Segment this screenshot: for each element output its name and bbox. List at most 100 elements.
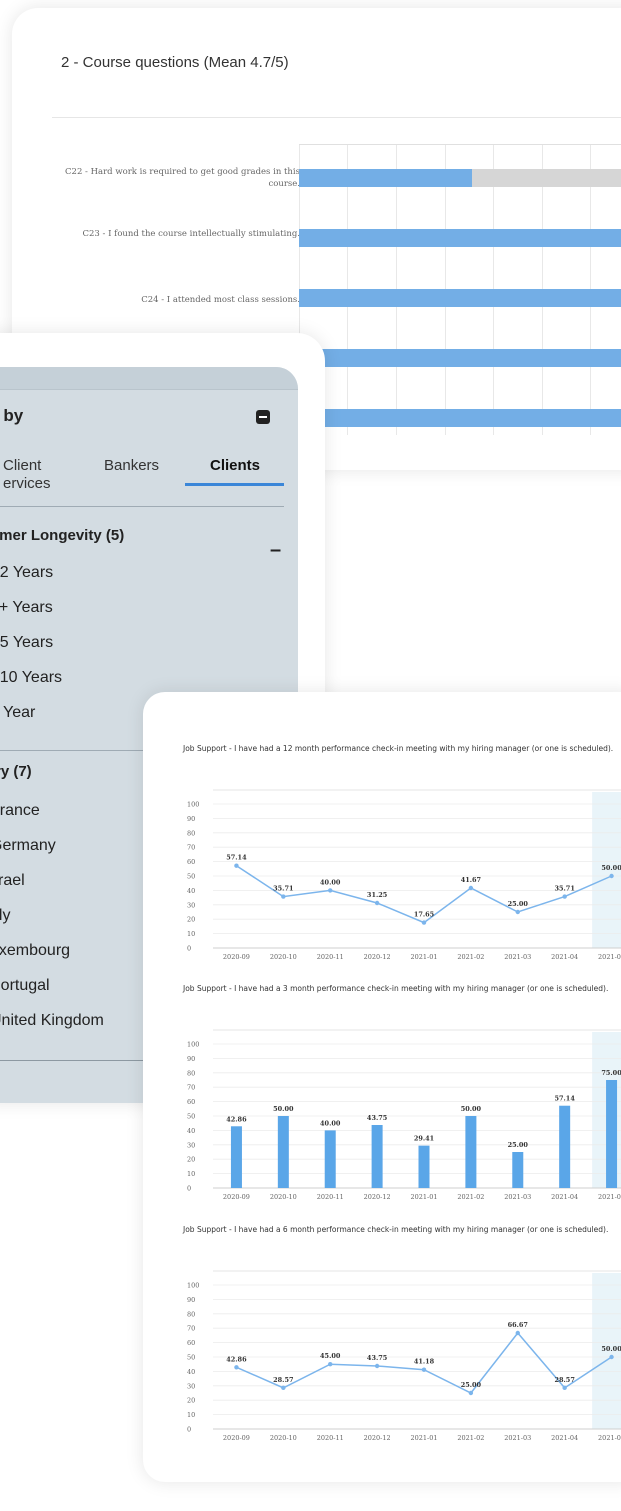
- y-tick-label: 0: [187, 1426, 191, 1434]
- chart-12-month-plot: ◢01020304050607080901002020-092020-10202…: [187, 789, 621, 961]
- x-tick-label: 2021-03: [504, 953, 531, 961]
- chart-title: Job Support - I have had a 3 month perfo…: [183, 984, 609, 993]
- chart-title: Job Support - I have had a 12 month perf…: [183, 744, 614, 753]
- y-tick-label: 90: [187, 1055, 195, 1063]
- filter-option[interactable]: Germany: [0, 837, 56, 855]
- filter-option[interactable]: Portugal: [0, 977, 50, 995]
- data-label: 28.57: [554, 1376, 574, 1384]
- data-label: 40.00: [320, 878, 341, 886]
- data-point: [234, 863, 239, 868]
- y-tick-label: 40: [187, 1127, 195, 1135]
- chart-title: Job Support - I have had a 6 month perfo…: [183, 1225, 609, 1234]
- bar: [465, 1116, 477, 1188]
- question-label-c22: C22 - Hard work is required to get good …: [65, 167, 300, 189]
- collapse-minus-icon[interactable]: [256, 410, 270, 424]
- data-label: 41.18: [414, 1358, 435, 1366]
- filter-option[interactable]: 1 Year: [0, 704, 35, 722]
- data-label: 25.00: [461, 1381, 482, 1389]
- active-tab-underline: [185, 483, 284, 486]
- bar: [371, 1125, 383, 1188]
- section-title-longevity[interactable]: omer Longevity (5): [0, 527, 124, 544]
- data-label: 50.00: [461, 1105, 482, 1113]
- x-tick-label: 2021-02: [457, 953, 484, 961]
- y-tick-label: 30: [187, 1382, 195, 1390]
- question-bar-c23[interactable]: [299, 229, 621, 247]
- y-tick-label: 40: [187, 1368, 195, 1376]
- data-label: 50.00: [601, 1345, 621, 1353]
- section-title-country[interactable]: try (7): [0, 763, 32, 780]
- question-bar-track: [299, 349, 621, 367]
- filter-option[interactable]: - 10 Years: [0, 669, 62, 687]
- question-bar-track: [299, 229, 621, 247]
- x-tick-label: 2020-11: [317, 953, 344, 961]
- x-tick-label: 2021-02: [457, 1193, 484, 1201]
- y-tick-label: 10: [187, 1411, 195, 1419]
- data-point: [234, 1365, 239, 1370]
- data-label: 29.41: [414, 1135, 434, 1143]
- data-label: 57.14: [226, 854, 247, 862]
- data-point: [328, 1362, 333, 1367]
- filter-option[interactable]: - 5 Years: [0, 634, 53, 652]
- bar: [324, 1130, 336, 1188]
- data-point: [609, 1354, 614, 1360]
- x-tick-label: 2020-11: [317, 1434, 344, 1442]
- x-tick-label: 2021-01: [410, 1434, 437, 1442]
- question-bar-c25[interactable]: [299, 349, 621, 367]
- filter-option[interactable]: 0+ Years: [0, 599, 53, 617]
- y-tick-label: 80: [187, 829, 195, 837]
- chart-6-month: Job Support - I have had a 6 month perfo…: [183, 1225, 621, 1465]
- filter-title: r by: [0, 406, 24, 425]
- x-tick-label: 2021-03: [504, 1434, 531, 1442]
- x-tick-label: 2020-09: [223, 953, 250, 961]
- tab-clients[interactable]: Clients: [210, 457, 260, 475]
- filter-option[interactable]: srael: [0, 872, 25, 890]
- chart-3-month: Job Support - I have had a 3 month perfo…: [183, 984, 621, 1224]
- filter-panel-header: [0, 367, 298, 390]
- data-label: 17.65: [414, 911, 435, 919]
- filter-option[interactable]: uxembourg: [0, 942, 70, 960]
- question-bar-c26[interactable]: [299, 409, 621, 427]
- question-label-c23: C23 - I found the course intellectually …: [82, 229, 300, 239]
- question-bar-track: [299, 169, 621, 187]
- y-tick-label: 20: [187, 916, 195, 924]
- data-point: [515, 909, 520, 915]
- data-point: [562, 894, 567, 899]
- data-point: [421, 1367, 427, 1372]
- chart-12-month: Job Support - I have had a 12 month perf…: [183, 744, 621, 984]
- section-collapse-icon[interactable]: –: [270, 540, 281, 560]
- data-point: [468, 885, 474, 891]
- x-tick-label: 2020-12: [364, 953, 391, 961]
- data-label: 28.57: [273, 1376, 293, 1384]
- tab-bankers[interactable]: Bankers: [104, 457, 159, 475]
- data-label: 43.75: [367, 1114, 388, 1122]
- tab-client-services[interactable]: Client ervices: [3, 457, 51, 493]
- chart-6-month-plot: ◢01020304050607080901002020-092020-10202…: [187, 1270, 621, 1442]
- y-tick-label: 90: [187, 815, 195, 823]
- course-question-bars: [299, 144, 621, 435]
- bar: [418, 1145, 430, 1188]
- filter-option[interactable]: United Kingdom: [0, 1012, 104, 1030]
- data-label: 31.25: [367, 891, 388, 899]
- data-label: 66.67: [508, 1321, 528, 1329]
- y-tick-label: 80: [187, 1069, 195, 1077]
- data-label: 50.00: [601, 864, 621, 872]
- y-tick-label: 90: [187, 1296, 195, 1304]
- filter-option[interactable]: aly: [0, 907, 10, 925]
- bar: [606, 1080, 618, 1188]
- y-tick-label: 10: [187, 1170, 195, 1178]
- job-support-card: Job Support - I have had a 12 month perf…: [143, 692, 621, 1482]
- y-tick-label: 80: [187, 1310, 195, 1318]
- y-tick-label: 70: [187, 1325, 195, 1333]
- question-bar-c22[interactable]: [299, 169, 472, 187]
- y-tick-label: 60: [187, 1098, 195, 1106]
- filter-option[interactable]: - 2 Years: [0, 564, 53, 582]
- x-tick-label: 2020-09: [223, 1434, 250, 1442]
- data-label: 35.71: [273, 885, 293, 893]
- filter-option[interactable]: France: [0, 802, 40, 820]
- data-label: 25.00: [508, 900, 529, 908]
- y-tick-label: 100: [187, 1041, 199, 1049]
- question-bar-c24[interactable]: [299, 289, 621, 307]
- bar: [230, 1126, 242, 1188]
- bar: [559, 1105, 571, 1188]
- y-tick-label: 100: [187, 801, 199, 809]
